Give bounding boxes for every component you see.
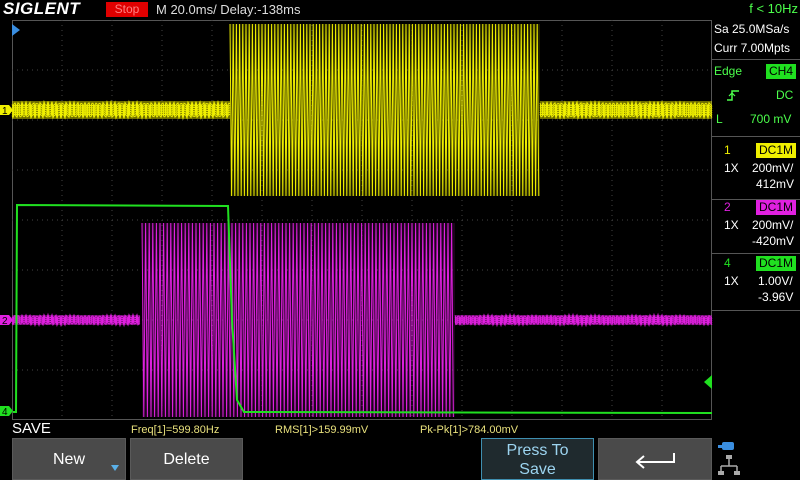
- ch1-burst-fill: [230, 24, 540, 196]
- trigger-position-marker: [12, 24, 20, 36]
- frequency-measurement: Freq[1]=599.80Hz: [131, 424, 220, 436]
- info-panel: Sa 25.0MSa/s Curr 7.00Mpts Edge CH4 DC L…: [712, 18, 800, 438]
- svg-text:4: 4: [2, 407, 8, 418]
- trigger-level-marker: [704, 375, 712, 389]
- waveform-display[interactable]: 1 2 4: [0, 20, 713, 420]
- chevron-down-icon: [111, 465, 119, 471]
- rms-measurement: RMS[1]>159.99mV: [275, 424, 369, 436]
- run-status-badge[interactable]: Stop: [106, 2, 148, 17]
- top-status-bar: SIGLENT Stop M 20.0ms/ Delay:-138ms f < …: [0, 0, 800, 18]
- ch2-burst-fill: [142, 223, 455, 417]
- softkey-bar: New Delete Press To Save: [0, 438, 800, 480]
- ch2-offset-marker[interactable]: 2: [0, 315, 13, 327]
- return-arrow-icon: [635, 453, 675, 469]
- rising-edge-icon: [727, 90, 739, 101]
- svg-text:1: 1: [2, 106, 8, 117]
- new-button[interactable]: New: [12, 438, 126, 480]
- return-button[interactable]: [598, 438, 712, 480]
- press-to-save-button[interactable]: Press To Save: [481, 438, 594, 480]
- channel-2-info[interactable]: 2 DC1M 1X 200mV/ -420mV: [712, 199, 800, 251]
- delete-button[interactable]: Delete: [130, 438, 243, 480]
- network-icon: [718, 442, 740, 475]
- status-icons: [716, 440, 800, 480]
- svg-text:2: 2: [2, 316, 8, 327]
- timebase-readout: M 20.0ms/ Delay:-138ms: [156, 2, 301, 17]
- channel-4-info[interactable]: 4 DC1M 1X 1.00V/ -3.96V: [712, 255, 800, 307]
- ch1-offset-marker[interactable]: 1: [0, 105, 13, 117]
- ch4-offset-marker[interactable]: 4: [0, 406, 13, 418]
- menu-title: SAVE: [12, 420, 51, 437]
- ch1-band-right: [540, 101, 712, 119]
- trigger-source-badge: CH4: [766, 64, 797, 79]
- frequency-limit-readout: f < 10Hz: [749, 1, 798, 16]
- waveform-grid: 1 2 4: [0, 20, 713, 420]
- ch1-band-left: [12, 101, 230, 119]
- channel-1-info[interactable]: 1 DC1M 1X 200mV/ 412mV: [712, 142, 800, 194]
- brand-logo: SIGLENT: [3, 0, 81, 18]
- pkpk-measurement: Pk-Pk[1]>784.00mV: [420, 424, 519, 436]
